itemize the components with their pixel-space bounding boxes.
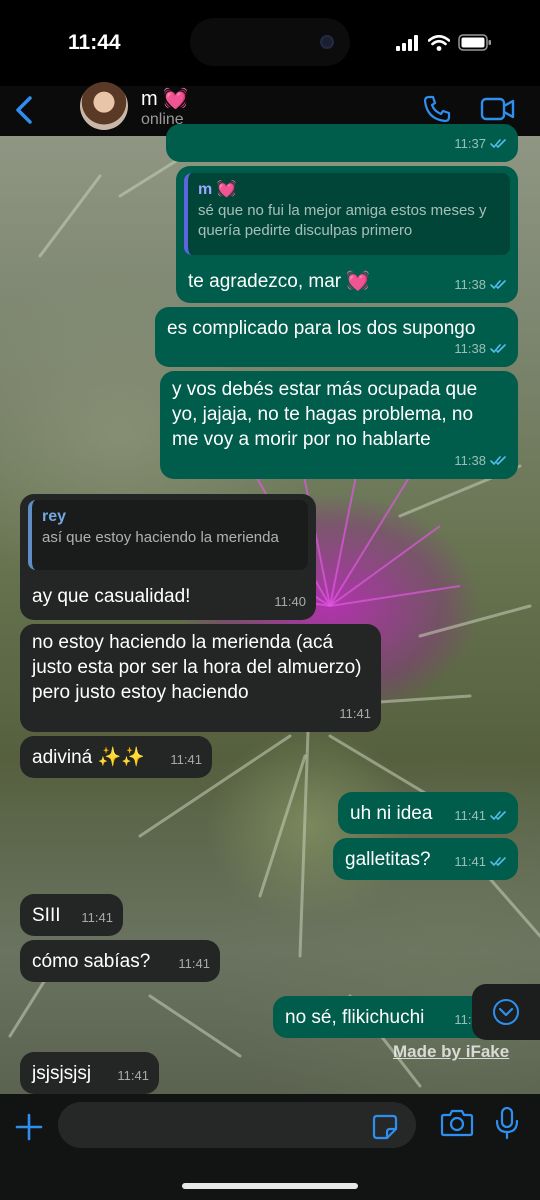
message-incoming[interactable]: cómo sabías? 11:41 <box>20 940 220 982</box>
message-time: 11:41 <box>454 808 486 823</box>
signal-icon <box>396 34 418 51</box>
message-incoming[interactable]: no estoy haciendo la merienda (acá justo… <box>20 624 381 732</box>
message-text: no estoy haciendo la merienda (acá justo… <box>32 632 362 703</box>
scroll-down-icon <box>493 999 519 1025</box>
scroll-to-bottom-button[interactable] <box>472 984 540 1040</box>
dynamic-island <box>190 18 350 66</box>
back-chevron-icon[interactable] <box>10 92 40 128</box>
read-ticks-icon <box>490 811 506 821</box>
message-meta: 11:41 <box>170 747 202 772</box>
message-incoming[interactable]: jsjsjsjsj 11:41 <box>20 1052 159 1094</box>
message-input-container[interactable] <box>58 1102 416 1148</box>
home-indicator <box>182 1183 358 1189</box>
reply-author: rey <box>42 508 67 525</box>
status-icons <box>396 34 492 51</box>
status-time: 11:44 <box>68 31 121 54</box>
message-meta: 11:38 <box>454 272 508 297</box>
reply-author: m 💓 <box>198 181 237 198</box>
sticker-icon[interactable] <box>372 1114 398 1140</box>
camera-dot-icon <box>320 35 334 49</box>
reply-text: así que estoy haciendo la merienda <box>42 529 279 546</box>
voice-call-icon[interactable] <box>422 94 452 124</box>
message-meta: 11:41 <box>117 1063 149 1088</box>
message-time: 11:41 <box>178 956 210 971</box>
message-time: 11:38 <box>454 453 486 468</box>
message-outgoing[interactable]: m 💓 sé que no fui la mejor amiga estos m… <box>176 166 518 303</box>
message-incoming[interactable]: rey así que estoy haciendo la merienda a… <box>20 494 316 620</box>
message-outgoing[interactable]: galletitas? 11:41 <box>333 838 518 880</box>
message-time: 11:41 <box>339 706 371 721</box>
message-meta: 11:40 <box>274 589 306 614</box>
message-time: 11:38 <box>454 277 486 292</box>
contact-name[interactable]: m 💓 <box>141 86 188 111</box>
message-meta: 11:37 <box>454 131 508 156</box>
wifi-icon <box>428 34 450 51</box>
watermark: Made by iFake <box>393 1042 510 1061</box>
message-meta: 11:41 <box>454 803 508 828</box>
message-input[interactable] <box>58 1102 416 1148</box>
video-call-icon[interactable] <box>480 96 516 122</box>
message-time: 11:37 <box>454 136 486 151</box>
message-text: ay que casualidad! <box>32 586 191 607</box>
status-bar: 11:44 <box>0 0 540 86</box>
message-meta: 11:38 <box>454 448 508 473</box>
message-meta: 11:41 <box>178 951 210 976</box>
message-time: 11:40 <box>274 594 306 609</box>
quoted-reply[interactable]: m 💓 sé que no fui la mejor amiga estos m… <box>184 173 510 255</box>
message-outgoing[interactable]: 11:37 <box>166 124 518 162</box>
message-text: y vos debés estar más ocupada que yo, ja… <box>172 379 478 450</box>
message-incoming[interactable]: adiviná ✨✨ 11:41 <box>20 736 212 778</box>
message-outgoing[interactable]: y vos debés estar más ocupada que yo, ja… <box>160 371 518 479</box>
message-meta: 11:41 <box>81 905 113 930</box>
read-ticks-icon <box>490 456 506 466</box>
read-ticks-icon <box>490 857 506 867</box>
message-meta: 11:41 <box>454 849 508 874</box>
battery-icon <box>458 34 491 51</box>
contact-avatar[interactable] <box>80 82 128 130</box>
reply-text: sé que no fui la mejor amiga estos meses… <box>198 202 487 239</box>
camera-icon[interactable] <box>440 1108 474 1138</box>
message-incoming[interactable]: SIII 11:41 <box>20 894 123 936</box>
message-time: 11:41 <box>454 854 486 869</box>
plus-icon[interactable] <box>14 1112 44 1142</box>
read-ticks-icon <box>490 280 506 290</box>
read-ticks-icon <box>490 139 506 149</box>
message-meta: 11:41 <box>339 701 371 726</box>
quoted-reply[interactable]: rey así que estoy haciendo la merienda <box>28 500 308 570</box>
read-ticks-icon <box>490 344 506 354</box>
message-time: 11:38 <box>454 341 486 356</box>
message-outgoing[interactable]: es complicado para los dos supongo 11:38 <box>155 307 518 367</box>
microphone-icon[interactable] <box>494 1106 520 1140</box>
message-time: 11:41 <box>81 910 113 925</box>
message-time: 11:41 <box>117 1068 149 1083</box>
message-time: 11:41 <box>170 752 202 767</box>
message-meta: 11:38 <box>454 336 508 361</box>
message-outgoing[interactable]: uh ni idea 11:41 <box>338 792 518 834</box>
